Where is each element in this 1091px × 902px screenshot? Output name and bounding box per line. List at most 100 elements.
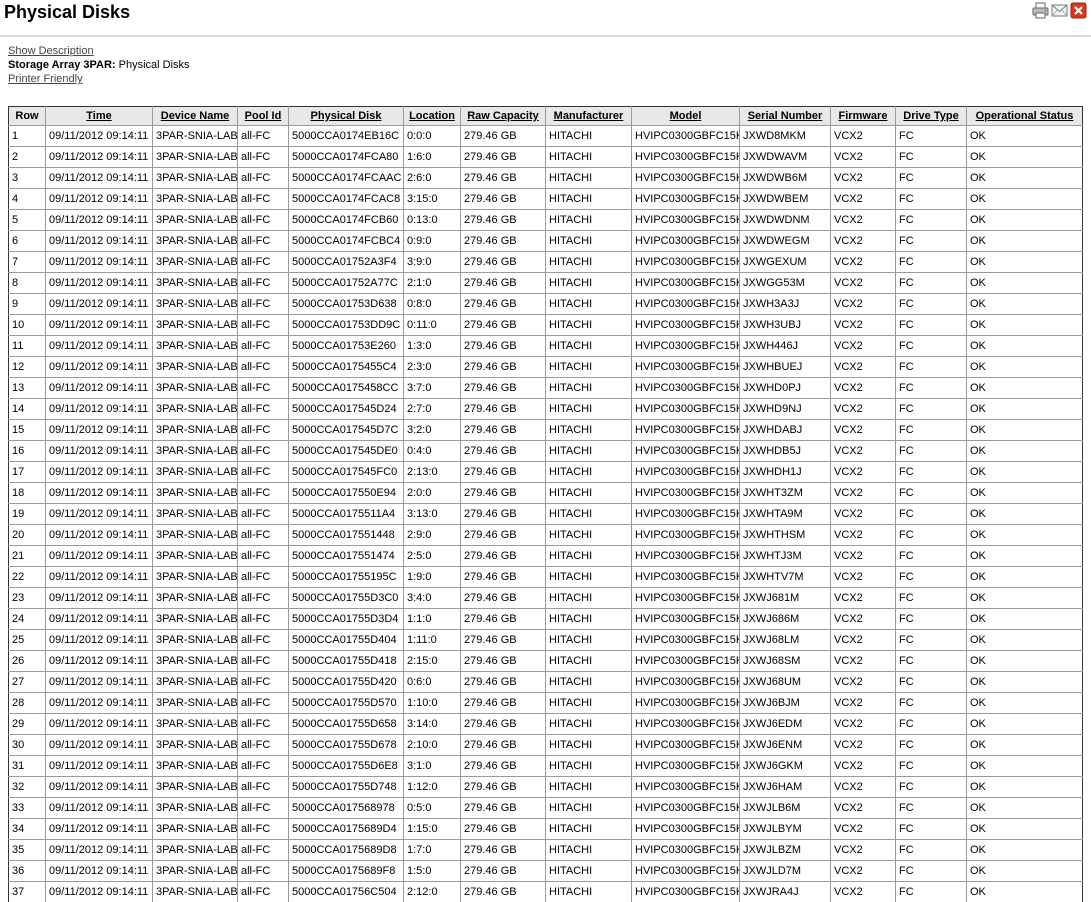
links-section: Show Description Storage Array 3PAR: Phy… (8, 44, 190, 86)
column-header-label[interactable]: Serial Number (748, 110, 823, 122)
cell-time: 09/11/2012 09:14:11 (45, 734, 153, 756)
cell-location: 2:3:0 (403, 356, 461, 378)
cell-row: 30 (8, 734, 46, 756)
cell-manufacturer: HITACHI (545, 692, 632, 714)
cell-device-name: 3PAR-SNIA-LAB (152, 251, 238, 273)
cell-operational-status: OK (966, 314, 1083, 336)
table-row: 26 09/11/2012 09:14:11 3PAR-SNIA-LAB all-FC… (8, 650, 1083, 672)
column-header-model[interactable]: Model (631, 106, 740, 126)
cell-physical-disk: 5000CCA0174FCAC8 (288, 188, 404, 210)
column-header-physical-disk[interactable]: Physical Disk (288, 106, 404, 126)
cell-operational-status: OK (966, 650, 1083, 672)
cell-manufacturer: HITACHI (545, 272, 632, 294)
cell-time: 09/11/2012 09:14:11 (45, 230, 153, 252)
cell-model: HVIPC0300GBFC15K (631, 356, 740, 378)
cell-time: 09/11/2012 09:14:11 (45, 188, 153, 210)
column-header-label[interactable]: Operational Status (976, 110, 1074, 122)
column-header-location[interactable]: Location (403, 106, 461, 126)
cell-raw-capacity: 279.46 GB (460, 566, 546, 588)
cell-raw-capacity: 279.46 GB (460, 230, 546, 252)
cell-serial-number: JXWJ6GKM (739, 755, 831, 777)
cell-operational-status: OK (966, 272, 1083, 294)
table-header-row: Row Time Device Name Pool Id Physical Disk Lo… (8, 106, 1083, 126)
cell-time: 09/11/2012 09:14:11 (45, 839, 153, 861)
cell-manufacturer: HITACHI (545, 377, 632, 399)
cell-row: 8 (8, 272, 46, 294)
cell-pool-id: all-FC (237, 776, 289, 798)
cell-operational-status: OK (966, 167, 1083, 189)
column-header-time[interactable]: Time (45, 106, 153, 126)
cell-location: 1:9:0 (403, 566, 461, 588)
show-description-link[interactable]: Show Description (8, 45, 94, 57)
cell-location: 1:3:0 (403, 335, 461, 357)
column-header-label[interactable]: Manufacturer (554, 110, 624, 122)
cell-physical-disk: 5000CCA017568978 (288, 797, 404, 819)
column-header-label[interactable]: Physical Disk (311, 110, 382, 122)
column-header-operational-status[interactable]: Operational Status (966, 106, 1083, 126)
column-header-label[interactable]: Drive Type (903, 110, 958, 122)
cell-drive-type: FC (895, 440, 967, 462)
cell-firmware: VCX2 (830, 377, 896, 399)
cell-drive-type: FC (895, 335, 967, 357)
cell-location: 0:5:0 (403, 797, 461, 819)
cell-raw-capacity: 279.46 GB (460, 419, 546, 441)
cell-serial-number: JXWJLB6M (739, 797, 831, 819)
cell-operational-status: OK (966, 545, 1083, 567)
cell-location: 2:9:0 (403, 524, 461, 546)
column-header-pool-id[interactable]: Pool Id (237, 106, 289, 126)
printer-friendly-link[interactable]: Printer Friendly (8, 73, 83, 85)
column-header-label[interactable]: Pool Id (245, 110, 282, 122)
cell-drive-type: FC (895, 776, 967, 798)
cell-row: 9 (8, 293, 46, 315)
cell-raw-capacity: 279.46 GB (460, 209, 546, 231)
cell-operational-status: OK (966, 146, 1083, 168)
printer-icon[interactable] (1032, 2, 1049, 19)
column-header-label[interactable]: Model (670, 110, 702, 122)
cell-raw-capacity: 279.46 GB (460, 251, 546, 273)
cell-model: HVIPC0300GBFC15K (631, 314, 740, 336)
column-header-label[interactable]: Device Name (161, 110, 230, 122)
cell-time: 09/11/2012 09:14:11 (45, 587, 153, 609)
cell-pool-id: all-FC (237, 671, 289, 693)
cell-time: 09/11/2012 09:14:11 (45, 713, 153, 735)
column-header-label[interactable]: Raw Capacity (467, 110, 539, 122)
cell-operational-status: OK (966, 482, 1083, 504)
cell-operational-status: OK (966, 230, 1083, 252)
cell-operational-status: OK (966, 755, 1083, 777)
table-row: 21 09/11/2012 09:14:11 3PAR-SNIA-LAB all-FC… (8, 545, 1083, 567)
cell-pool-id: all-FC (237, 860, 289, 882)
cell-manufacturer: HITACHI (545, 755, 632, 777)
cell-device-name: 3PAR-SNIA-LAB (152, 881, 238, 902)
cell-serial-number: JXWH3A3J (739, 293, 831, 315)
cell-model: HVIPC0300GBFC15K (631, 797, 740, 819)
cell-location: 0:13:0 (403, 209, 461, 231)
column-header-firmware[interactable]: Firmware (830, 106, 896, 126)
cell-device-name: 3PAR-SNIA-LAB (152, 818, 238, 840)
table-row: 36 09/11/2012 09:14:11 3PAR-SNIA-LAB all-FC… (8, 860, 1083, 882)
table-row: 11 09/11/2012 09:14:11 3PAR-SNIA-LAB all-FC… (8, 335, 1083, 357)
cell-raw-capacity: 279.46 GB (460, 146, 546, 168)
cell-physical-disk: 5000CCA01755D418 (288, 650, 404, 672)
cell-firmware: VCX2 (830, 503, 896, 525)
column-header-drive-type[interactable]: Drive Type (895, 106, 967, 126)
cell-raw-capacity: 279.46 GB (460, 188, 546, 210)
cell-operational-status: OK (966, 377, 1083, 399)
cell-firmware: VCX2 (830, 608, 896, 630)
column-header-label[interactable]: Location (409, 110, 455, 122)
column-header-manufacturer[interactable]: Manufacturer (545, 106, 632, 126)
cell-device-name: 3PAR-SNIA-LAB (152, 314, 238, 336)
close-icon[interactable] (1070, 2, 1087, 19)
column-header-raw-capacity[interactable]: Raw Capacity (460, 106, 546, 126)
column-header-label[interactable]: Firmware (839, 110, 888, 122)
cell-manufacturer: HITACHI (545, 839, 632, 861)
email-icon[interactable] (1051, 2, 1068, 19)
cell-location: 1:11:0 (403, 629, 461, 651)
cell-operational-status: OK (966, 608, 1083, 630)
column-header-label[interactable]: Time (86, 110, 111, 122)
cell-manufacturer: HITACHI (545, 818, 632, 840)
column-header-serial-number[interactable]: Serial Number (739, 106, 831, 126)
header-bar: Physical Disks (0, 0, 1091, 37)
cell-drive-type: FC (895, 482, 967, 504)
column-header-device-name[interactable]: Device Name (152, 106, 238, 126)
cell-physical-disk: 5000CCA01752A3F4 (288, 251, 404, 273)
